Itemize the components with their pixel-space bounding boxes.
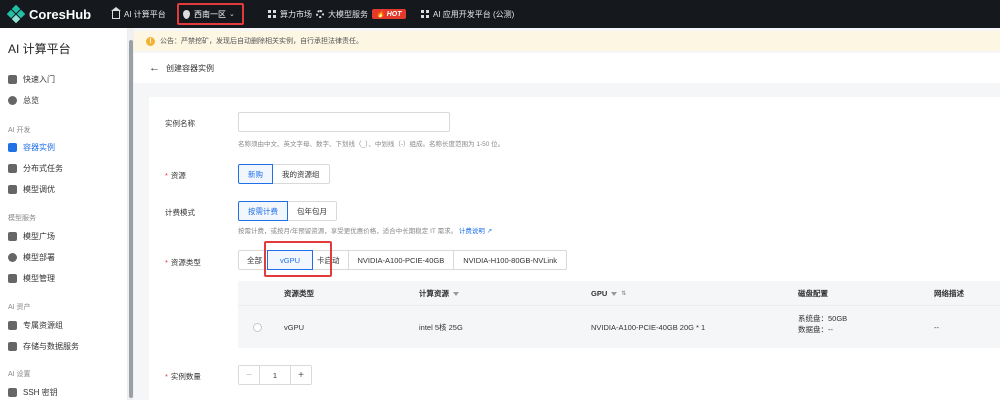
quantity-input[interactable]: 1: [259, 366, 291, 384]
sidebar-item-distributed-tasks[interactable]: 分布式任务: [8, 163, 63, 174]
resource-table: 资源类型 计算资源 GPU ⇅ 磁盘配置 网络描述 vGPU intel 5核 2…: [238, 281, 1000, 348]
deploy-icon: [8, 253, 17, 262]
resource-label: * 资源: [165, 171, 186, 180]
instance-name-hint: 名称须由中文、英文字母、数字、下划线（_）、中划线（-）组成。名称长度范围为 1…: [238, 141, 505, 148]
gear-icon: [316, 10, 324, 18]
create-instance-form: 实例名称 名称须由中文、英文字母、数字、下划线（_）、中划线（-）组成。名称长度…: [149, 97, 1000, 400]
sidebar-item-quick-start[interactable]: 快速入门: [8, 74, 55, 85]
filter-icon[interactable]: [611, 291, 618, 296]
container-icon: [8, 143, 17, 152]
quantity-increment-button[interactable]: +: [291, 366, 311, 384]
instance-name-label: 实例名称: [165, 119, 195, 128]
disk-system: 系统盘：50GB: [798, 314, 848, 323]
dashboard-icon: [8, 96, 17, 105]
cell-compute: intel 5核 25G: [419, 322, 463, 332]
col-compute[interactable]: 计算资源: [419, 288, 459, 299]
billing-option-subscription[interactable]: 包年包月: [287, 201, 337, 221]
cell-gpu: NVIDIA-A100-PCIE-40GB 20G * 1: [591, 322, 706, 332]
cube-icon: [8, 232, 17, 241]
resource-toggle: 新购 我的资源组: [238, 164, 330, 184]
sidebar-item-model-deploy[interactable]: 模型部署: [8, 252, 55, 263]
back-arrow-icon[interactable]: ←: [149, 62, 160, 74]
sidebar-item-storage[interactable]: 存储与数据服务: [8, 341, 79, 352]
col-gpu[interactable]: GPU ⇅: [591, 289, 626, 298]
grid-icon: [421, 10, 429, 18]
sidebar-item-ssh-keys[interactable]: SSH 密钥: [8, 387, 58, 398]
resource-group-icon: [8, 321, 17, 330]
quantity-decrement-button[interactable]: −: [239, 366, 259, 384]
table-header: 资源类型 计算资源 GPU ⇅ 磁盘配置 网络描述: [238, 281, 1000, 305]
region-label: 西南一区: [194, 9, 226, 19]
vgpu-highlight-box: [264, 241, 332, 277]
quantity-label: * 实例数量: [165, 372, 201, 381]
instance-name-input[interactable]: [238, 112, 450, 132]
cell-disk: 系统盘：50GB 数据盘：--: [798, 313, 847, 335]
col-resource-type: 资源类型: [284, 288, 314, 298]
resource-option-my-group[interactable]: 我的资源组: [272, 164, 330, 184]
chevron-down-icon: ⌄: [229, 11, 235, 18]
resource-option-new[interactable]: 新购: [238, 164, 273, 184]
logo-icon: [6, 4, 26, 24]
announcement-bar: ! 公告：严禁挖矿，发现后自动删除相关实例，自行承担法律责任。: [134, 31, 1000, 51]
sidebar-title: AI 计算平台: [8, 42, 71, 56]
hot-badge: 🔥 HOT: [372, 9, 406, 19]
brand-name: CoresHub: [29, 6, 92, 22]
billing-toggle: 按需计费 包年包月: [238, 201, 337, 221]
manage-icon: [8, 274, 17, 283]
billing-doc-link[interactable]: 计费说明 ↗: [459, 228, 492, 235]
network-icon: [8, 164, 17, 173]
col-network: 网络描述: [934, 288, 964, 298]
region-selector[interactable]: 西南一区 ⌄: [177, 3, 244, 25]
nav-compute-platform[interactable]: AI 计算平台: [104, 0, 174, 28]
row-select-radio[interactable]: [253, 322, 262, 332]
cell-resource-type: vGPU: [284, 322, 305, 332]
announcement-text: 公告：严禁挖矿，发现后自动删除相关实例，自行承担法律责任。: [160, 38, 363, 45]
top-navbar: CoresHub AI 计算平台 西南一区 ⌄ 算力市场 大模型服务 🔥 HOT …: [0, 0, 1000, 28]
sidebar-item-dedicated-resources[interactable]: 专属资源组: [8, 320, 63, 331]
type-option-h100[interactable]: NVIDIA-H100-80GB-NVLink: [453, 250, 568, 270]
sidebar: AI 计算平台 快速入门 总览 AI 开发 容器实例 分布式任务 模型调优 模型…: [0, 28, 128, 400]
sidebar-scrollbar-thumb[interactable]: [129, 40, 133, 398]
page-header: ← 创建容器实例: [134, 53, 1000, 83]
brand-logo[interactable]: CoresHub: [6, 4, 108, 24]
billing-option-on-demand[interactable]: 按需计费: [238, 201, 288, 221]
nav-app-platform[interactable]: AI 应用开发平台 (公测): [413, 0, 522, 28]
resource-type-label: * 资源类型: [165, 258, 201, 267]
storage-icon: [8, 342, 17, 351]
home-icon: [111, 7, 121, 19]
fire-icon: 🔥: [376, 11, 385, 18]
quantity-stepper: − 1 +: [238, 365, 312, 385]
type-option-a100[interactable]: NVIDIA-A100-PCIE-40GB: [347, 250, 455, 270]
nav-model-service[interactable]: 大模型服务 🔥 HOT: [308, 0, 414, 28]
sidebar-group-model: 模型服务: [8, 215, 36, 222]
location-pin-icon: [183, 9, 190, 19]
col-disk: 磁盘配置: [798, 288, 828, 298]
grid-icon: [268, 10, 276, 18]
billing-hint: 按需计费，或按月/年预留资源，享受更优惠价格，适合中长期稳定 IT 需求。 计费…: [238, 228, 493, 235]
billing-label: 计费模式: [165, 208, 195, 217]
sidebar-item-model-tuning[interactable]: 模型调优: [8, 184, 55, 195]
sort-icon[interactable]: ⇅: [621, 290, 626, 297]
sidebar-item-model-square[interactable]: 模型广场: [8, 231, 55, 242]
quick-start-icon: [8, 75, 17, 84]
sidebar-group-dev: AI 开发: [8, 127, 31, 134]
disk-data: 数据盘：--: [798, 325, 833, 334]
cell-network: --: [934, 322, 939, 332]
page-title: 创建容器实例: [166, 63, 214, 73]
sidebar-item-model-manage[interactable]: 模型管理: [8, 273, 55, 284]
sidebar-item-container-instances[interactable]: 容器实例: [8, 142, 55, 153]
warning-icon: !: [146, 36, 155, 46]
tuning-icon: [8, 185, 17, 194]
key-icon: [8, 388, 17, 397]
sidebar-group-assets: AI 资产: [8, 304, 31, 311]
sidebar-item-overview[interactable]: 总览: [8, 95, 39, 106]
filter-icon[interactable]: [453, 291, 459, 296]
sidebar-group-settings: AI 设置: [8, 371, 31, 378]
table-row[interactable]: vGPU intel 5核 25G NVIDIA-A100-PCIE-40GB …: [238, 305, 1000, 348]
